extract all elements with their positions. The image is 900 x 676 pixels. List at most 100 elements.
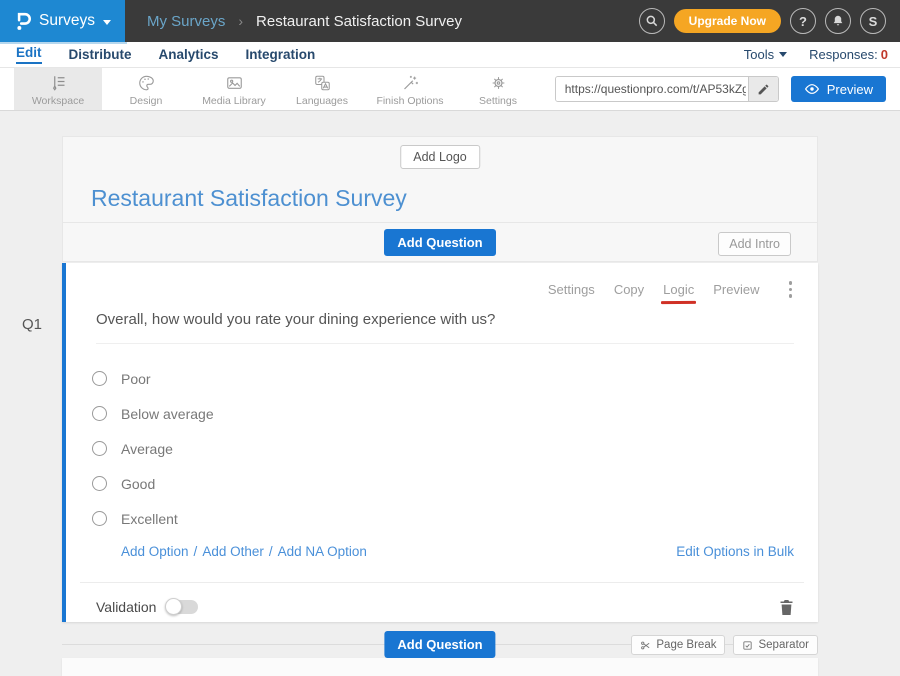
link-separator: /: [194, 544, 198, 559]
radio-button[interactable]: [92, 441, 107, 456]
help-button[interactable]: ?: [790, 8, 816, 34]
option-label[interactable]: Excellent: [121, 511, 178, 527]
tools-menu[interactable]: Tools: [744, 47, 787, 62]
trash-icon: [779, 599, 794, 616]
option-row: Below average: [92, 396, 794, 431]
toolbar-item-settings[interactable]: Settings: [454, 68, 542, 110]
survey-url-input[interactable]: [556, 77, 748, 101]
insert-buttons: Page Break Separator: [631, 635, 818, 655]
responses-counter[interactable]: Responses:0: [809, 47, 888, 62]
option-label[interactable]: Poor: [121, 371, 151, 387]
tab-distribute[interactable]: Distribute: [69, 47, 132, 62]
delete-question-button[interactable]: [779, 599, 794, 616]
add-question-button[interactable]: Add Question: [384, 229, 495, 256]
toolbar-label: Media Library: [202, 95, 266, 107]
header-actions: Upgrade Now ? S: [639, 8, 900, 34]
upgrade-now-button[interactable]: Upgrade Now: [674, 9, 781, 33]
toolbar-item-finish-options[interactable]: Finish Options: [366, 68, 454, 110]
option-label[interactable]: Average: [121, 441, 173, 457]
add-question-strip: Add Question Add Intro: [62, 222, 818, 262]
question-logic-action[interactable]: Logic: [663, 282, 694, 297]
palette-icon: [137, 74, 156, 92]
edit-options-in-bulk-link[interactable]: Edit Options in Bulk: [676, 544, 794, 559]
add-intro-button[interactable]: Add Intro: [718, 232, 791, 256]
chevron-down-icon: [103, 20, 111, 25]
radio-button[interactable]: [92, 511, 107, 526]
toolbar-item-media-library[interactable]: Media Library: [190, 68, 278, 110]
responses-label: Responses:: [809, 47, 878, 62]
more-options-icon[interactable]: [787, 279, 795, 300]
survey-title[interactable]: Restaurant Satisfaction Survey: [91, 185, 407, 212]
question-text-underline: [96, 343, 794, 344]
checkbox-icon: [742, 640, 753, 651]
edit-url-button[interactable]: [748, 77, 778, 101]
responses-count: 0: [881, 47, 888, 62]
account-avatar[interactable]: S: [860, 8, 886, 34]
option-row: Average: [92, 431, 794, 466]
add-question-button-bottom[interactable]: Add Question: [384, 631, 495, 658]
separator-button[interactable]: Separator: [733, 635, 818, 655]
question-number: Q1: [22, 316, 42, 333]
add-other-link[interactable]: Add Other: [202, 544, 264, 559]
question-settings-action[interactable]: Settings: [548, 282, 595, 297]
toolbar-label: Finish Options: [376, 95, 443, 107]
toolbar-label: Settings: [479, 95, 517, 107]
avatar-initial: S: [869, 14, 878, 29]
tab-integration[interactable]: Integration: [246, 47, 316, 62]
breadcrumb: My Surveys › Restaurant Satisfaction Sur…: [147, 13, 462, 30]
tab-analytics[interactable]: Analytics: [159, 47, 219, 62]
toolbar-item-workspace[interactable]: Workspace: [14, 68, 102, 110]
add-logo-button[interactable]: Add Logo: [400, 145, 480, 169]
survey-container: Add Logo Restaurant Satisfaction Survey …: [62, 136, 818, 676]
option-label[interactable]: Below average: [121, 406, 214, 422]
preview-button[interactable]: Preview: [791, 76, 886, 102]
preview-label: Preview: [827, 82, 873, 97]
radio-button[interactable]: [92, 476, 107, 491]
option-row: Excellent: [92, 501, 794, 536]
next-section-card: [62, 658, 818, 676]
questionpro-logo-icon: [14, 10, 31, 32]
product-name: Surveys: [39, 12, 95, 30]
question-card: Settings Copy Logic Preview Overall, how…: [62, 263, 818, 622]
option-label[interactable]: Good: [121, 476, 155, 492]
tab-edit[interactable]: Edit: [16, 45, 42, 64]
product-switcher[interactable]: Surveys: [0, 0, 125, 42]
survey-nav: Edit Distribute Analytics Integration To…: [0, 42, 900, 68]
survey-url-field: [555, 76, 779, 102]
nav-right: Tools Responses:0: [744, 47, 888, 62]
validation-toggle[interactable]: [166, 600, 198, 614]
logic-label: Logic: [663, 282, 694, 297]
breadcrumb-my-surveys[interactable]: My Surveys: [147, 13, 225, 30]
tools-label: Tools: [744, 47, 774, 62]
toggle-knob: [165, 598, 182, 615]
logo-edge-accent: [0, 42, 127, 44]
add-option-link[interactable]: Add Option: [121, 544, 189, 559]
magic-wand-icon: [401, 74, 420, 92]
validation-label: Validation: [96, 599, 156, 615]
toolbar-label: Languages: [296, 95, 348, 107]
question-copy-action[interactable]: Copy: [614, 282, 644, 297]
app-header: Surveys My Surveys › Restaurant Satisfac…: [0, 0, 900, 42]
page-break-button[interactable]: Page Break: [631, 635, 725, 655]
add-na-option-link[interactable]: Add NA Option: [278, 544, 367, 559]
nav-tabs: Edit Distribute Analytics Integration: [16, 45, 315, 64]
bell-icon: [831, 14, 845, 28]
toolbar-label: Design: [130, 95, 163, 107]
question-divider: [80, 582, 804, 583]
radio-button[interactable]: [92, 371, 107, 386]
gear-icon: [489, 74, 508, 92]
search-button[interactable]: [639, 8, 665, 34]
question-text[interactable]: Overall, how would you rate your dining …: [96, 311, 495, 328]
toolbar-item-design[interactable]: Design: [102, 68, 190, 110]
radio-button[interactable]: [92, 406, 107, 421]
pencil-icon: [757, 83, 770, 96]
question-preview-action[interactable]: Preview: [713, 282, 759, 297]
question-actions: Settings Copy Logic Preview: [548, 279, 794, 300]
option-links-row: Add Option / Add Other / Add NA Option E…: [121, 544, 794, 559]
link-separator: /: [269, 544, 273, 559]
notifications-button[interactable]: [825, 8, 851, 34]
separator-label: Separator: [758, 639, 809, 651]
toolbar-item-languages[interactable]: Languages: [278, 68, 366, 110]
survey-header-card: Add Logo Restaurant Satisfaction Survey: [62, 136, 818, 222]
help-icon: ?: [799, 14, 807, 29]
